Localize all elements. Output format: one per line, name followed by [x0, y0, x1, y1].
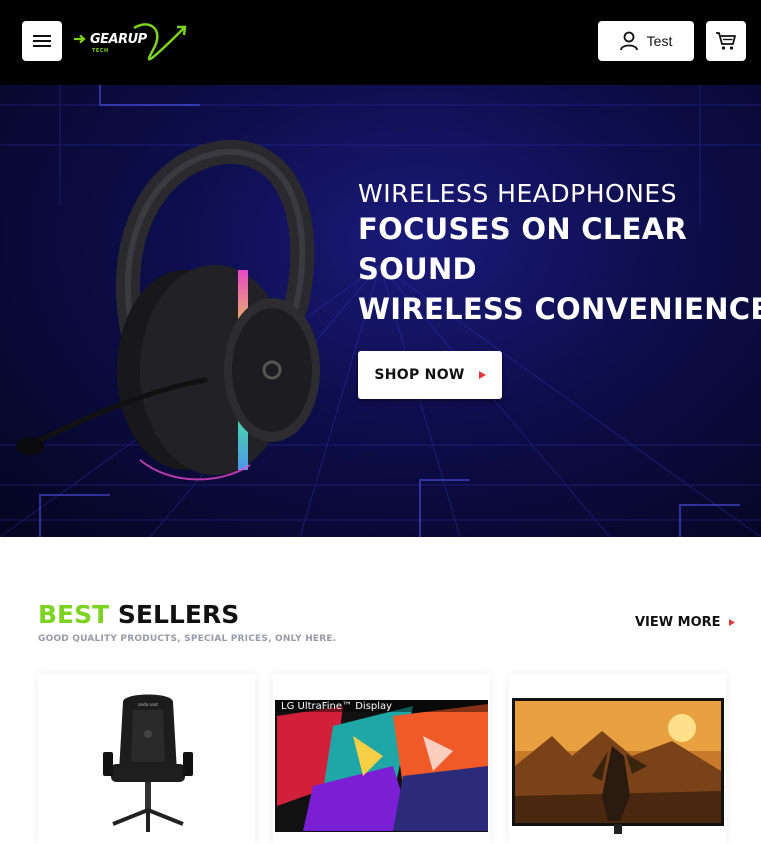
gaming-monitor-image [512, 698, 724, 834]
hamburger-icon [33, 35, 51, 47]
logo-subtext: TECH [92, 48, 109, 54]
section-title: BEST SELLERS [38, 600, 239, 629]
headphones-image [16, 140, 320, 481]
play-arrow-icon [478, 371, 486, 379]
product-card[interactable]: anda seat [38, 674, 255, 844]
view-more-link[interactable]: VIEW MORE [635, 615, 735, 630]
hero-kicker: WIRELESS HEADPHONES [358, 179, 678, 208]
logo-text: GEARUP [90, 32, 147, 47]
svg-text:anda seat: anda seat [138, 702, 158, 707]
cart-button[interactable] [706, 21, 746, 61]
account-label: Test [646, 33, 673, 49]
shop-now-button[interactable]: SHOP NOW [358, 351, 502, 399]
account-button[interactable]: Test [598, 21, 694, 61]
site-header: GEARUP TECH Test [0, 0, 761, 85]
cart-icon [716, 32, 736, 50]
hero-headline-line-2: SOUND [358, 252, 477, 286]
hero-headline-line-3: WIRELESS CONVENIENCE [358, 292, 761, 326]
section-title-main: SELLERS [117, 600, 240, 629]
lg-monitor-image: LG UltraFine™ Display [275, 700, 488, 832]
site-logo[interactable]: GEARUP TECH [72, 20, 190, 64]
gaming-chair-image: anda seat [103, 694, 193, 832]
section-title-accent: BEST [38, 600, 110, 629]
hero-banner: WIRELESS HEADPHONES FOCUSES ON CLEAR SOU… [0, 85, 761, 537]
menu-button[interactable] [22, 21, 62, 61]
view-more-label: VIEW MORE [635, 615, 721, 630]
hero-headline-line-1: FOCUSES ON CLEAR [358, 212, 688, 246]
shop-now-label: SHOP NOW [374, 367, 465, 383]
section-subtitle: GOOD QUALITY PRODUCTS, SPECIAL PRICES, O… [38, 634, 337, 644]
product-card[interactable]: LG UltraFine™ Display [273, 674, 490, 844]
product-card[interactable] [509, 674, 726, 844]
svg-text:LG UltraFine™ Display: LG UltraFine™ Display [281, 701, 392, 712]
play-arrow-icon [728, 619, 735, 626]
user-icon [619, 31, 638, 51]
